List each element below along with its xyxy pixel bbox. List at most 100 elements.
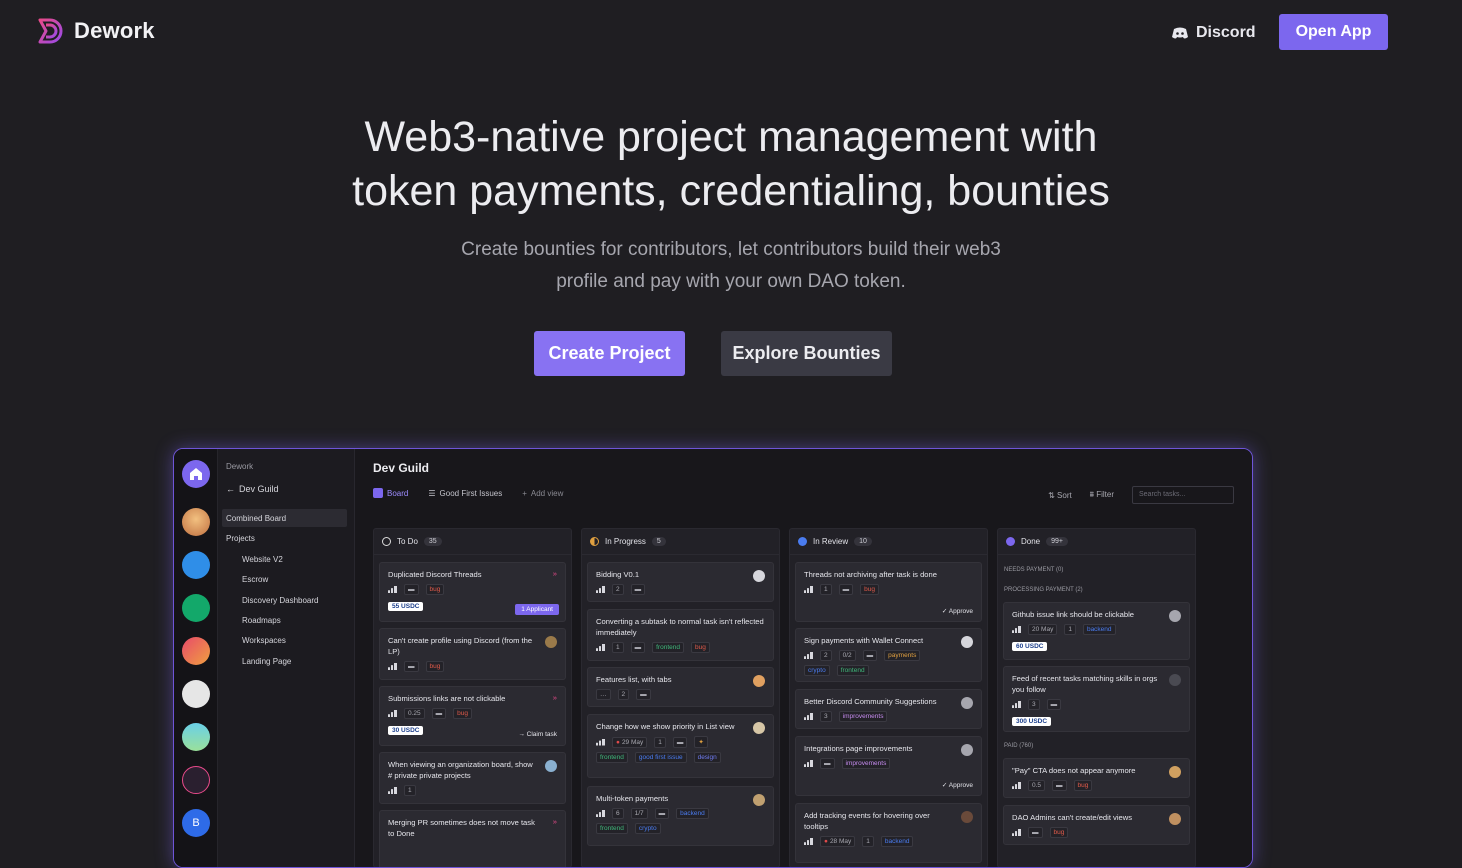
tag-backend: backend [676, 808, 709, 819]
chevron-icon: » [552, 569, 557, 578]
discord-link[interactable]: Discord [1172, 24, 1256, 42]
tag-bug: bug [1073, 780, 1093, 791]
sidebar-back-row[interactable]: ← Dev Guild [222, 480, 279, 498]
task-title: Duplicated Discord Threads [388, 570, 482, 579]
task-title: Converting a subtask to normal task isn'… [596, 617, 764, 637]
org-avatar-5[interactable] [182, 680, 210, 708]
progress-chip[interactable]: 0/2 [838, 650, 856, 661]
group-needs-payment[interactable]: NEEDS PAYMENT (0) [998, 567, 1063, 573]
tag-crypto: crypto [634, 823, 661, 834]
open-app-button[interactable]: Open App [1279, 14, 1388, 50]
task-card[interactable]: Sign payments with Wallet Connect 2 0/2 ▬ p… [795, 628, 982, 682]
tag-improvements: improvements [841, 758, 891, 769]
task-meta: 1 ▬ bug [804, 584, 973, 595]
sidebar-project-roadmaps[interactable]: Roadmaps [238, 611, 281, 629]
task-card[interactable]: When viewing an organization board, show… [379, 752, 566, 804]
tag-good-first-issue: good first issue [634, 752, 687, 763]
board-main: Dev Guild Board ☰ Good First Issues + Add … [355, 449, 1252, 867]
subtask-chip: 3 [820, 711, 832, 722]
org-avatar-3[interactable] [182, 594, 210, 622]
story-icon: ▬ [404, 584, 419, 595]
task-card[interactable]: Add tracking events for hovering over to… [795, 803, 982, 863]
task-meta: ▬ bug [388, 584, 557, 595]
sidebar-project-workspaces[interactable]: Workspaces [238, 631, 286, 649]
dework-org-icon[interactable] [182, 766, 210, 794]
task-title: Submissions links are not clickable [388, 694, 506, 703]
create-project-button[interactable]: Create Project [534, 331, 685, 376]
task-card[interactable]: Integrations page improvements ▬ improvem… [795, 736, 982, 796]
org-avatar-6[interactable] [182, 723, 210, 751]
task-card[interactable]: Threads not archiving after task is done… [795, 562, 982, 622]
sidebar-project-website-v2[interactable]: Website V2 [238, 550, 283, 568]
priority-icon [804, 713, 813, 720]
emoji-chip: ✦ [694, 736, 708, 748]
assignee-avatar [1169, 813, 1181, 825]
approve-button[interactable]: ✓ Approve [942, 607, 973, 615]
due-date-chip: ● 29 May [612, 736, 648, 748]
search-input[interactable]: Search tasks... [1132, 486, 1234, 504]
org-avatar-4[interactable] [182, 637, 210, 665]
sidebar-project-landing[interactable]: Landing Page [238, 652, 291, 670]
approve-button[interactable]: ✓ Approve [942, 781, 973, 789]
sidebar-project-escrow[interactable]: Escrow [238, 570, 268, 588]
done-check-icon [1006, 537, 1015, 546]
claim-task-button[interactable]: → Claim task [518, 731, 557, 738]
sidebar-projects-header[interactable]: Projects [222, 529, 255, 547]
task-title: DAO Admins can't create/edit views [1012, 813, 1133, 822]
task-card[interactable]: Features list, with tabs … 2 ▬ [587, 667, 774, 707]
task-card[interactable]: Feed of recent tasks matching skills in … [1003, 666, 1190, 732]
task-card[interactable]: Can't create profile using Discord (from… [379, 628, 566, 680]
sort-button[interactable]: ⇅ Sort [1048, 491, 1072, 500]
task-card[interactable]: Better Discord Community Suggestions 3 im… [795, 689, 982, 729]
task-card[interactable]: Change how we show priority in List view… [587, 714, 774, 778]
group-paid[interactable]: PAID (760) [998, 743, 1033, 749]
home-icon[interactable] [182, 460, 210, 488]
plus-icon: + [522, 488, 527, 498]
assignee-avatar [961, 744, 973, 756]
brand-logo[interactable]: Dework [36, 16, 155, 46]
column-header: In Progress 5 [582, 529, 779, 555]
assignee-avatar [961, 697, 973, 709]
task-meta: 0.5 ▬ bug [1012, 780, 1181, 791]
task-card[interactable]: Bidding V0.1 2 ▬ [587, 562, 774, 602]
task-card[interactable]: Merging PR sometimes does not move task … [379, 810, 566, 867]
progress-chip[interactable]: 1/7 [630, 808, 648, 819]
explore-bounties-button[interactable]: Explore Bounties [721, 331, 892, 376]
subtask-chip: 1 [404, 785, 416, 796]
column-title: Done [1021, 537, 1041, 546]
org-avatar-b[interactable]: B [182, 809, 210, 837]
task-card[interactable]: Duplicated Discord Threads » ▬ bug 55 USD… [379, 562, 566, 622]
back-arrow-icon[interactable]: ← [226, 484, 235, 494]
column-header: Done 99+ [998, 529, 1195, 555]
group-processing-payment[interactable]: PROCESSING PAYMENT (2) [998, 587, 1083, 593]
story-icon: ▬ [636, 689, 651, 700]
tab-good-first-issues[interactable]: ☰ Good First Issues [428, 489, 502, 498]
task-card[interactable]: Multi-token payments 6 1/7 ▬ backend fronte… [587, 786, 774, 846]
task-meta: 6 1/7 ▬ backend [596, 808, 765, 819]
task-card[interactable]: "Pay" CTA does not appear anymore 0.5 ▬ bu… [1003, 758, 1190, 798]
task-card[interactable]: DAO Admins can't create/edit views ▬ bug [1003, 805, 1190, 845]
sidebar-project-discovery[interactable]: Discovery Dashboard [238, 591, 318, 609]
org-avatar-2[interactable] [182, 551, 210, 579]
task-card[interactable]: Converting a subtask to normal task isn'… [587, 609, 774, 661]
column-title: In Progress [605, 537, 646, 546]
add-view-button[interactable]: + Add view [522, 489, 563, 498]
task-meta: 2 0/2 ▬ payments [804, 650, 973, 661]
filter-button[interactable]: ⩩ Filter [1090, 490, 1114, 500]
column-count: 99+ [1046, 537, 1068, 546]
task-title: Merging PR sometimes does not move task … [388, 818, 535, 838]
in-review-icon [798, 537, 807, 546]
tag-bug: bug [425, 661, 445, 672]
task-meta: … 2 ▬ [596, 689, 765, 700]
org-avatar-1[interactable] [182, 508, 210, 536]
priority-icon [1012, 782, 1021, 789]
task-card[interactable]: Github issue link should be clickable 20… [1003, 602, 1190, 660]
tab-board[interactable]: Board [373, 488, 408, 498]
task-meta: ▬ bug [388, 661, 557, 672]
subtask-chip: 2 [612, 584, 624, 595]
task-meta: ▬ bug [1012, 827, 1181, 838]
sidebar-combined-board[interactable]: Combined Board [222, 509, 347, 527]
story-icon: ▬ [1046, 699, 1062, 710]
applicant-badge[interactable]: 1 Applicant [515, 604, 559, 615]
task-card[interactable]: Submissions links are not clickable » 0.… [379, 686, 566, 746]
